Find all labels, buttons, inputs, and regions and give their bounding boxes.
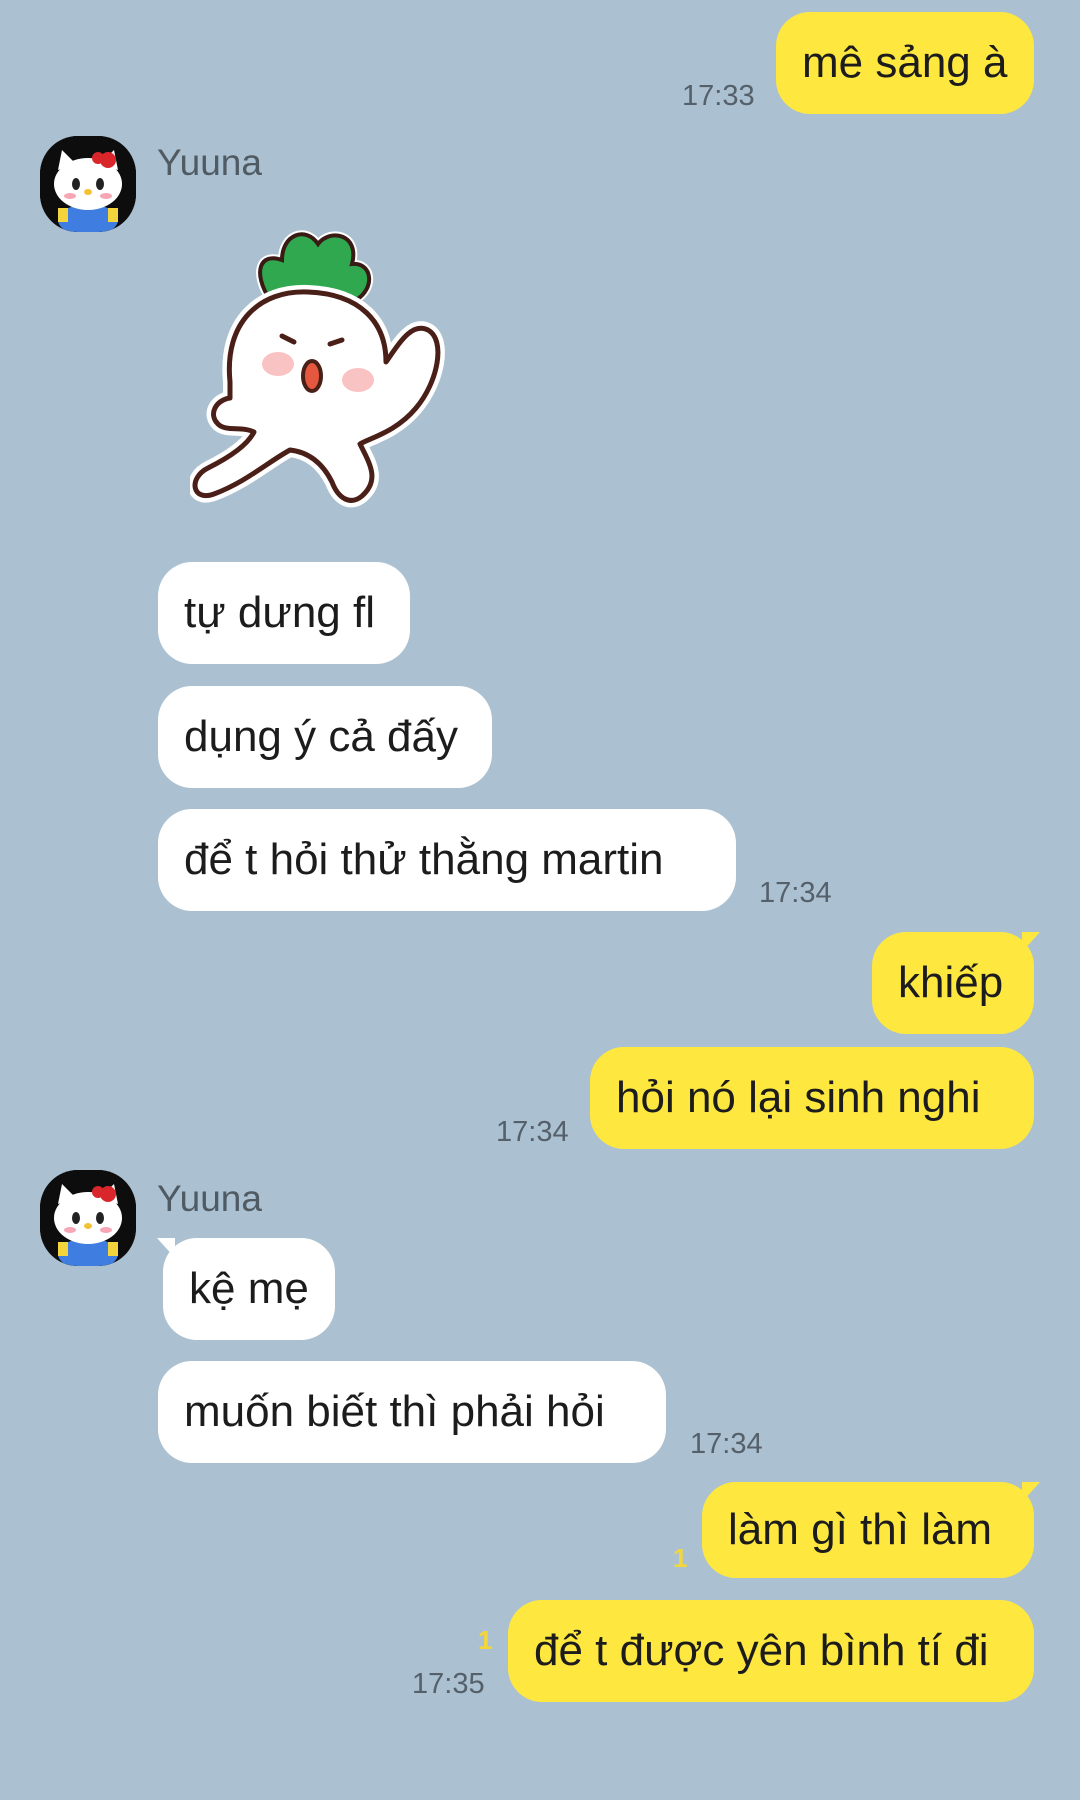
message-time: 17:34 [496, 1116, 569, 1148]
sender-name: Yuuna [157, 1178, 262, 1219]
unread-count: 1 [673, 1543, 688, 1573]
radish-sticker-icon [188, 230, 445, 508]
message-time: 17:34 [759, 877, 832, 909]
outgoing-message-bubble[interactable]: mê sảng à [776, 12, 1034, 114]
outgoing-message-bubble[interactable]: để t được yên bình tí đi [508, 1600, 1034, 1702]
avatar[interactable] [40, 136, 136, 232]
incoming-message-bubble[interactable]: kệ mẹ [157, 1238, 335, 1340]
avatar[interactable] [40, 1170, 136, 1266]
incoming-message-bubble[interactable]: tự dưng fl [158, 562, 410, 664]
outgoing-message-bubble[interactable]: hỏi nó lại sinh nghi [590, 1047, 1034, 1149]
incoming-message-bubble[interactable]: dụng ý cả đấy [158, 686, 492, 788]
outgoing-message-bubble[interactable]: làm gì thì làm [702, 1482, 1040, 1578]
sender-name: Yuuna [157, 142, 262, 183]
unread-count: 1 [478, 1625, 493, 1655]
incoming-message-bubble[interactable]: để t hỏi thử thằng martin [158, 809, 736, 911]
outgoing-message-bubble[interactable]: khiếp [872, 932, 1040, 1034]
sticker-message[interactable] [188, 212, 460, 542]
message-time: 17:34 [690, 1428, 763, 1460]
hello-kitty-avatar-icon [40, 1170, 136, 1266]
hello-kitty-avatar-icon [40, 136, 136, 232]
message-time: 17:33 [682, 80, 755, 112]
incoming-message-bubble[interactable]: muốn biết thì phải hỏi [158, 1361, 666, 1463]
message-time: 17:35 [412, 1668, 485, 1700]
